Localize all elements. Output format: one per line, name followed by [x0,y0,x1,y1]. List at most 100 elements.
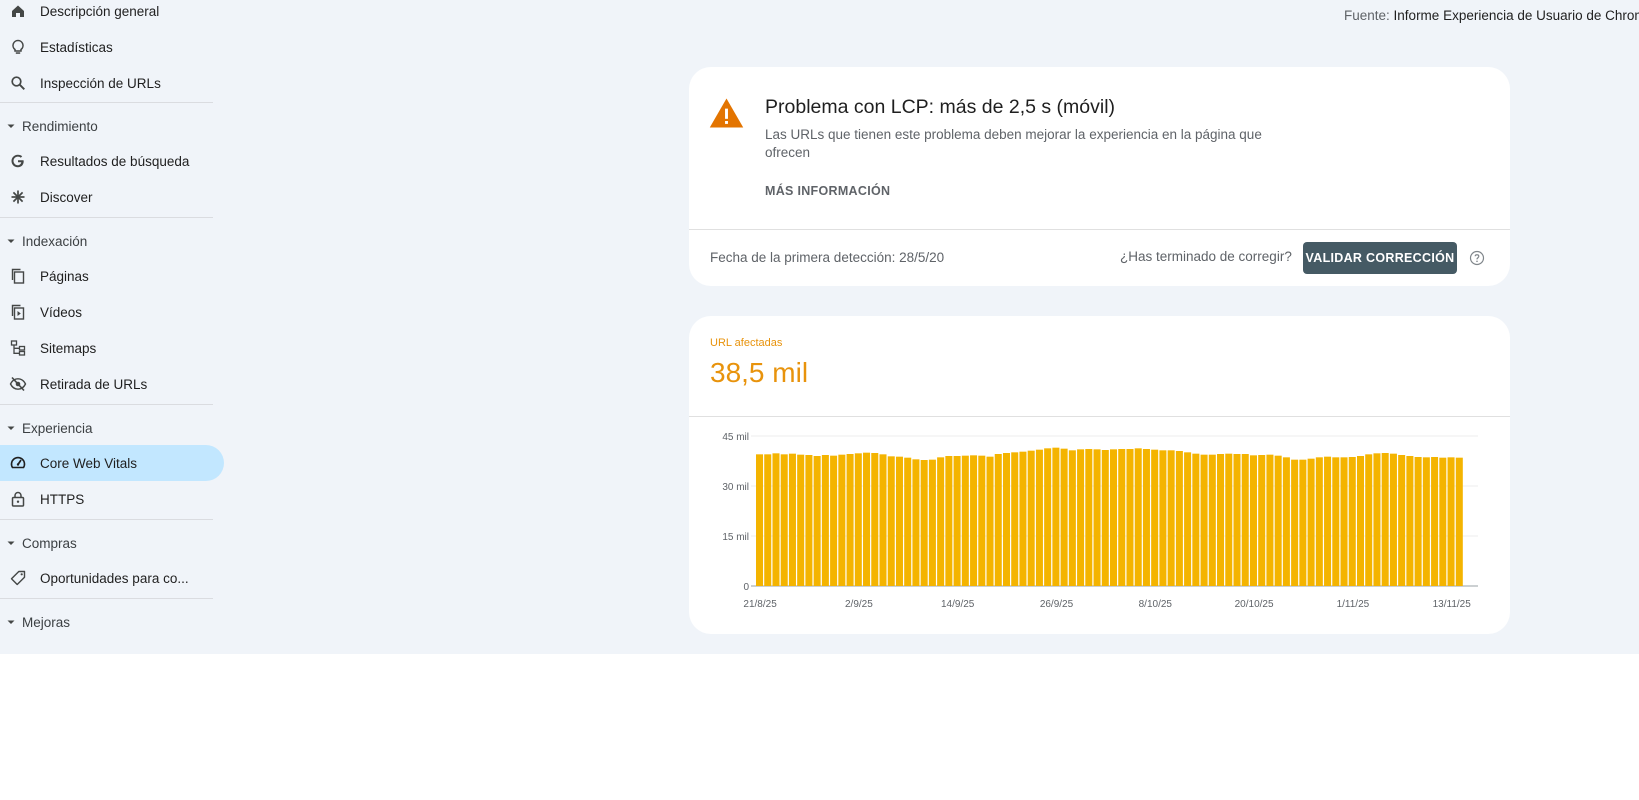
data-source: Fuente: Informe Experiencia de Usuario d… [1344,8,1639,23]
chart-bar [805,455,813,586]
sidebar-item-label: Oportunidades para co... [40,570,189,586]
help-icon[interactable] [1469,250,1485,266]
metric-value: 38,5 mil [710,357,809,388]
more-info-link[interactable]: MÁS INFORMACIÓN [765,184,890,198]
chart-bar [970,455,978,586]
sidebar-item-páginas[interactable]: Páginas [0,258,224,294]
chart-bar [838,454,846,586]
metric-label: URL afectadas [710,337,783,349]
sidebar-item-label: Core Web Vitals [40,455,138,471]
sidebar-item-retirada-de-urls[interactable]: Retirada de URLs [0,366,224,402]
asterisk-icon [9,188,27,206]
done-fixing-question: ¿Has terminado de corregir? [1120,249,1292,264]
chart-bar [813,456,821,586]
x-tick-label: 20/10/25 [1235,599,1274,610]
chart-bar [895,456,903,586]
sidebar-item-sitemaps[interactable]: Sitemaps [0,330,224,366]
video-pages-icon [9,303,27,321]
chart-bar [1439,457,1447,586]
sidebar-section-header[interactable]: Rendimiento [0,112,212,140]
chart-bar [1431,457,1439,586]
issue-description: Las URLs que tienen este problema deben … [765,127,1262,160]
chart-bar [756,454,764,586]
sidebar-section-header[interactable]: Experiencia [0,414,212,442]
chart-bar [1233,454,1241,586]
sidebar-item-vídeos[interactable]: Vídeos [0,294,224,330]
chart-bar [1184,452,1192,586]
chart-bar [1052,447,1060,586]
chart-bar [1175,451,1183,586]
chart-bar [1110,449,1118,586]
chart-bar [1093,449,1101,586]
x-tick-label: 14/9/25 [941,599,975,610]
chart-bar [1159,450,1167,586]
lock-icon [9,490,27,508]
chart-bar [821,455,829,586]
sidebar-item-discover[interactable]: Discover [0,179,224,215]
sidebar-item-estadísticas[interactable]: Estadísticas [0,29,224,65]
validate-fix-button[interactable]: VALIDAR CORRECCIÓN [1303,242,1457,274]
chart-bar [830,455,838,586]
chart-bar [1356,456,1365,586]
issue-title: Problema con LCP: más de 2,5 s (móvil) [765,96,1116,118]
x-tick-label: 1/11/25 [1337,599,1370,610]
chart-bar [1414,457,1422,586]
y-tick-label: 45 mil [722,432,749,443]
chart-bar [1455,457,1463,586]
card-divider [689,229,1510,230]
section-label: Mejoras [22,614,71,630]
chart-bar [1241,454,1249,586]
chart-bar [1299,459,1307,586]
caret-down-icon [7,541,15,545]
chart-bar [863,452,871,586]
sidebar-item-https[interactable]: HTTPS [0,481,224,517]
chart-bar [904,457,912,586]
section-label: Experiencia [22,420,93,436]
section-label: Indexación [22,233,88,249]
sidebar-item-label: Vídeos [40,304,83,320]
sidebar-item-resultados-de-búsqueda[interactable]: Resultados de búsqueda [0,143,224,179]
warning-icon [709,98,744,128]
chart-bar [1068,450,1076,586]
chart-bar [945,456,953,586]
chart-bar [953,456,961,586]
chart-bar [772,453,780,586]
chart-bar [780,454,788,586]
sidebar-item-inspección-de-urls[interactable]: Inspección de URLs [0,65,224,101]
lightbulb-icon [9,38,27,56]
chart-bar [1192,453,1200,586]
issue-card: Problema con LCP: más de 2,5 s (móvil) L… [689,67,1510,286]
y-tick-label: 15 mil [722,532,749,543]
sidebar-section-header[interactable]: Compras [0,529,212,557]
chart-bar [1332,457,1340,586]
tag-icon [9,569,27,587]
sidebar-item-label: HTTPS [40,491,85,507]
sidebar-item-descripción-general[interactable]: Descripción general [0,0,224,29]
chart-bar [1307,458,1315,586]
chart-bar [1002,453,1011,586]
chart-bar [1258,455,1266,586]
sidebar-divider [0,217,213,218]
google-g-icon [9,152,27,170]
sidebar-item-label: Resultados de búsqueda [40,153,190,169]
sidebar-item-oportunidades-para-co[interactable]: Oportunidades para co... [0,560,224,596]
chart-bar [1217,454,1225,586]
sidebar-item-label: Páginas [40,268,89,284]
chart-bar [994,454,1002,586]
chart-bar [1060,448,1068,586]
sidebar-section-header[interactable]: Mejoras [0,608,212,636]
chart-bar [1200,454,1208,586]
chart-bar [1151,449,1159,586]
chart-bar [1019,451,1027,586]
chart-bar [1282,457,1290,586]
sidebar-divider [0,102,213,103]
section-label: Compras [22,535,77,551]
x-tick-label: 13/11/25 [1433,599,1472,610]
sidebar-item-label: Descripción general [40,3,160,19]
y-tick-label: 0 [743,582,749,593]
sidebar-item-core-web-vitals[interactable]: Core Web Vitals [0,445,224,481]
section-label: Rendimiento [22,118,98,134]
sidebar-section-header[interactable]: Indexación [0,227,212,255]
search-console-app: Descripción general Estadísticas Inspecció… [0,0,1639,654]
chart-bar [1142,449,1150,586]
